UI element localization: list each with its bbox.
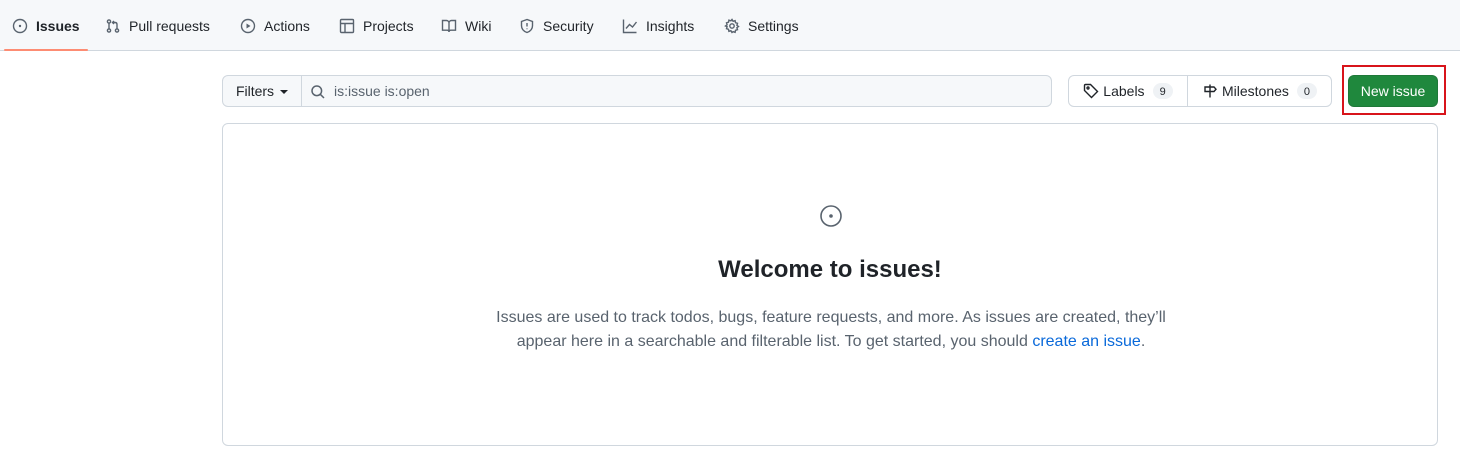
new-issue-button[interactable]: New issue <box>1348 75 1438 107</box>
filters-button[interactable]: Filters <box>222 75 302 107</box>
issues-blankslate: Welcome to issues! Issues are used to tr… <box>222 123 1438 446</box>
issue-opened-icon <box>819 204 843 228</box>
filters-label: Filters <box>235 83 275 99</box>
tab-settings[interactable]: Settings <box>724 0 799 51</box>
gear-icon <box>724 17 740 34</box>
tag-icon <box>1084 83 1099 99</box>
milestone-icon <box>1204 84 1217 98</box>
tab-actions-label: Actions <box>264 17 310 34</box>
blankslate-text-line1: Issues are used to track todos, bugs, fe… <box>496 309 1166 326</box>
book-icon <box>441 19 457 32</box>
labels-label: Labels <box>1103 83 1145 99</box>
blankslate-text-end: . <box>1140 333 1146 350</box>
search-box <box>302 75 1052 107</box>
blankslate-title: Welcome to issues! <box>718 256 942 283</box>
tab-pull-requests-label: Pull requests <box>129 17 210 34</box>
tab-actions[interactable]: Actions <box>240 0 310 51</box>
issue-opened-icon <box>12 18 28 33</box>
search-input[interactable] <box>334 76 1043 106</box>
repo-nav: Issues Pull requests Actions Projects Wi… <box>0 0 1460 51</box>
caret-down-icon <box>280 90 289 94</box>
tab-issues-label: Issues <box>36 17 80 34</box>
labels-count: 9 <box>1152 83 1173 99</box>
tab-projects-label: Projects <box>363 17 414 34</box>
labels-button[interactable]: Labels 9 <box>1069 76 1188 106</box>
blankslate-description: Issues are used to track todos, bugs, fe… <box>481 306 1181 354</box>
blankslate-text-line2: appear here in a searchable and filterab… <box>516 333 1033 350</box>
tab-projects[interactable]: Projects <box>339 0 414 51</box>
git-pull-request-icon <box>106 18 120 33</box>
play-icon <box>240 18 256 33</box>
milestones-button[interactable]: Milestones 0 <box>1188 76 1331 106</box>
tab-insights-label: Insights <box>646 17 695 34</box>
tab-security-label: Security <box>543 17 594 34</box>
create-issue-link[interactable]: create an issue <box>1032 333 1141 350</box>
shield-icon <box>520 18 534 33</box>
milestones-count: 0 <box>1296 83 1318 99</box>
tab-pull-requests[interactable]: Pull requests <box>105 0 210 51</box>
tab-wiki[interactable]: Wiki <box>441 0 491 51</box>
tab-security[interactable]: Security <box>519 0 594 51</box>
tab-insights[interactable]: Insights <box>622 0 694 51</box>
labels-milestones-group: Labels 9 Milestones 0 <box>1068 75 1332 107</box>
selected-tab-underline <box>4 49 88 51</box>
tab-wiki-label: Wiki <box>465 17 492 34</box>
tab-issues[interactable]: Issues <box>12 0 80 51</box>
milestones-label: Milestones <box>1221 83 1289 99</box>
filter-bar: Filters <box>222 75 1052 107</box>
tab-settings-label: Settings <box>748 17 799 34</box>
table-icon <box>339 18 355 33</box>
graph-icon <box>622 19 638 33</box>
search-icon <box>311 85 325 99</box>
